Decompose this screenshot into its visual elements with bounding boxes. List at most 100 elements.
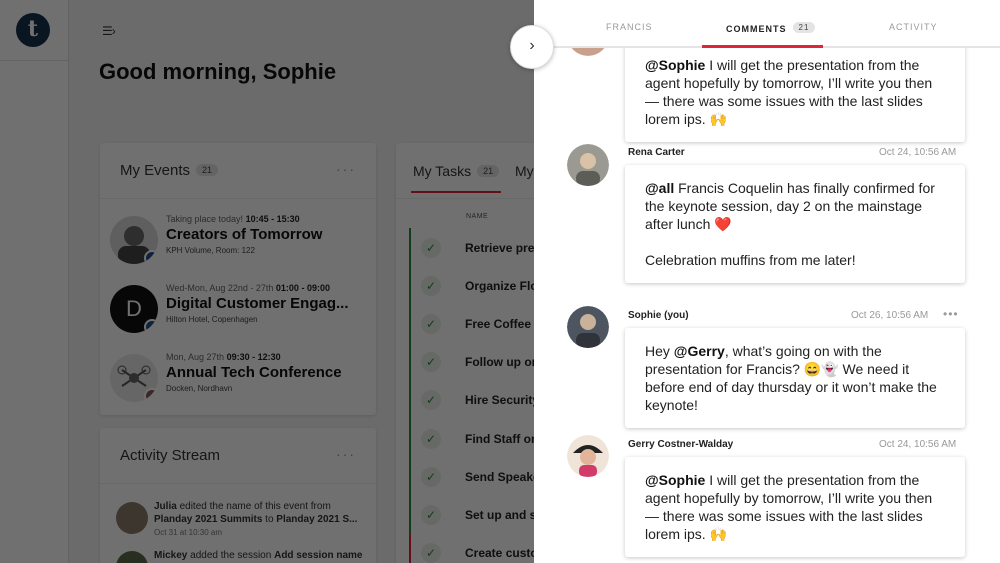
event-avatar — [110, 216, 158, 264]
task-row[interactable]: ✓ Free Coffee a — [412, 305, 542, 343]
mention-link[interactable]: @all — [645, 180, 674, 196]
collapse-panel-button[interactable]: › — [510, 25, 554, 69]
tasks-overdue-line — [409, 534, 411, 563]
task-title: Set up and sh — [465, 508, 544, 522]
activity-card: Activity Stream ··· — [100, 428, 376, 563]
task-row[interactable]: ✓ Create custo — [412, 534, 542, 563]
mention-link[interactable]: @Sophie — [645, 57, 705, 73]
event-meta: Taking place today! 10:45 - 15:30 — [166, 214, 300, 224]
event-item[interactable]: Taking place today! 10:45 - 15:30 Creato… — [110, 210, 365, 266]
activity-user[interactable]: Julia — [154, 501, 177, 512]
comment-author[interactable]: Rena Carter — [628, 147, 685, 158]
task-title: Find Staff on — [465, 432, 539, 446]
task-row[interactable]: ✓ Send Speake — [412, 458, 542, 496]
mention-link[interactable]: @Gerry — [674, 343, 725, 359]
check-icon[interactable]: ✓ — [421, 276, 441, 296]
event-status-icon — [144, 319, 158, 333]
activity-text: Mickey added the session Add session nam… — [154, 549, 364, 562]
tasks-column-name: NAME — [466, 213, 489, 220]
active-tab-underline — [702, 45, 823, 48]
check-icon[interactable]: ✓ — [421, 238, 441, 258]
app-logo[interactable]: t — [16, 13, 50, 47]
left-rail: t — [0, 0, 69, 563]
page-title: Good morning, Sophie — [99, 59, 337, 84]
events-title-label: My Events — [120, 162, 191, 179]
tab-my-tasks[interactable]: My Tasks — [413, 163, 471, 179]
activity-to: Planday 2021 S... — [276, 514, 358, 525]
activity-verb: added the session — [187, 550, 275, 561]
activity-verb: edited the name of this event from — [176, 501, 331, 512]
check-icon[interactable]: ✓ — [421, 390, 441, 410]
event-avatar: D — [110, 285, 158, 333]
avatar — [116, 502, 148, 534]
task-row[interactable]: ✓ Find Staff on — [412, 420, 542, 458]
comments-count-badge: 21 — [792, 22, 816, 33]
tab-comments[interactable]: COMMENTS 21 — [726, 22, 816, 34]
event-date: Wed-Mon, Aug 22nd - 27th — [166, 283, 274, 293]
event-meta: Wed-Mon, Aug 22nd - 27th 01:00 - 09:00 — [166, 283, 330, 293]
comment-more-icon[interactable]: ••• — [943, 307, 959, 321]
comment-author[interactable]: Sophie (you) — [628, 310, 689, 321]
comment-bubble: @all Francis Coquelin has finally confir… — [625, 165, 965, 283]
comment-bubble: @Sophie I will get the presentation from… — [625, 42, 965, 142]
activity-user[interactable]: Mickey — [154, 550, 187, 561]
event-name[interactable]: Creators of Tomorrow — [166, 226, 322, 243]
check-icon[interactable]: ✓ — [421, 314, 441, 334]
event-item[interactable]: Mon, Aug 27th 09:30 - 12:30 Annual Tech … — [110, 348, 365, 404]
events-count-badge: 21 — [196, 164, 219, 176]
event-time: 10:45 - 15:30 — [245, 214, 300, 224]
check-icon[interactable]: ✓ — [421, 505, 441, 525]
activity-text: Julia edited the name of this event from… — [154, 500, 364, 539]
tab-my-next[interactable]: My — [515, 163, 534, 179]
task-row[interactable]: ✓ Hire Security — [412, 381, 542, 419]
task-row[interactable]: ✓ Organize Flo — [412, 267, 542, 305]
check-icon[interactable]: ✓ — [421, 352, 441, 372]
comment-text: Francis Coquelin has finally confirmed f… — [645, 180, 935, 232]
event-location: Hilton Hotel, Copenhagen — [166, 315, 258, 324]
comment-time: Oct 24, 10:56 AM — [879, 439, 957, 450]
chevron-right-icon: › — [529, 37, 535, 54]
comment-time: Oct 26, 10:56 AM — [851, 310, 929, 321]
comment-bubble: @Sophie I will get the presentation from… — [625, 457, 965, 557]
menu-toggle-icon[interactable]: ☰› — [102, 24, 116, 38]
avatar[interactable] — [567, 435, 609, 477]
events-more-icon[interactable]: ··· — [336, 161, 356, 177]
tab-francis[interactable]: FRANCIS — [606, 22, 653, 32]
task-row[interactable]: ✓ Set up and sh — [412, 496, 544, 534]
tab-underline — [411, 191, 501, 193]
check-icon[interactable]: ✓ — [421, 543, 441, 563]
event-time: 01:00 - 09:00 — [275, 283, 330, 293]
tab-comments-label: COMMENTS — [726, 24, 787, 34]
event-name[interactable]: Digital Customer Engag... — [166, 295, 349, 312]
event-date: Mon, Aug 27th — [166, 352, 225, 362]
task-title: Organize Flo — [465, 279, 538, 293]
check-icon[interactable]: ✓ — [421, 467, 441, 487]
check-icon[interactable]: ✓ — [421, 429, 441, 449]
activity-more-icon[interactable]: ··· — [336, 446, 356, 462]
activity-time: Oct 31 at 10:30 am — [154, 528, 223, 537]
comment-text: Hey — [645, 343, 674, 359]
activity-from: Planday 2021 Summits — [154, 514, 263, 525]
comment-time: Oct 24, 10:56 AM — [879, 147, 957, 158]
task-row[interactable]: ✓ Follow up on — [412, 343, 542, 381]
task-title: Send Speake — [465, 470, 540, 484]
tasks-tabs: My Tasks 21 My — [411, 163, 534, 193]
comment-author[interactable]: Gerry Costner-Walday — [628, 439, 733, 450]
tab-activity[interactable]: ACTIVITY — [889, 22, 938, 32]
event-item[interactable]: D Wed-Mon, Aug 22nd - 27th 01:00 - 09:00… — [110, 279, 365, 335]
task-title: Retrieve pre — [465, 241, 535, 255]
avatar[interactable] — [567, 306, 609, 348]
event-status-icon — [144, 250, 158, 264]
avatar[interactable] — [567, 144, 609, 186]
events-card-title: My Events 21 — [120, 162, 219, 179]
task-title: Create custo — [465, 546, 538, 560]
event-name[interactable]: Annual Tech Conference — [166, 364, 342, 381]
event-avatar — [110, 354, 158, 402]
activity-card-title: Activity Stream — [120, 447, 221, 464]
event-status-icon — [144, 388, 158, 402]
activity-divider — [100, 483, 376, 484]
task-row[interactable]: ✓ Retrieve pre — [412, 229, 542, 267]
task-title: Follow up on — [465, 355, 539, 369]
event-meta: Mon, Aug 27th 09:30 - 12:30 — [166, 352, 281, 362]
mention-link[interactable]: @Sophie — [645, 472, 705, 488]
